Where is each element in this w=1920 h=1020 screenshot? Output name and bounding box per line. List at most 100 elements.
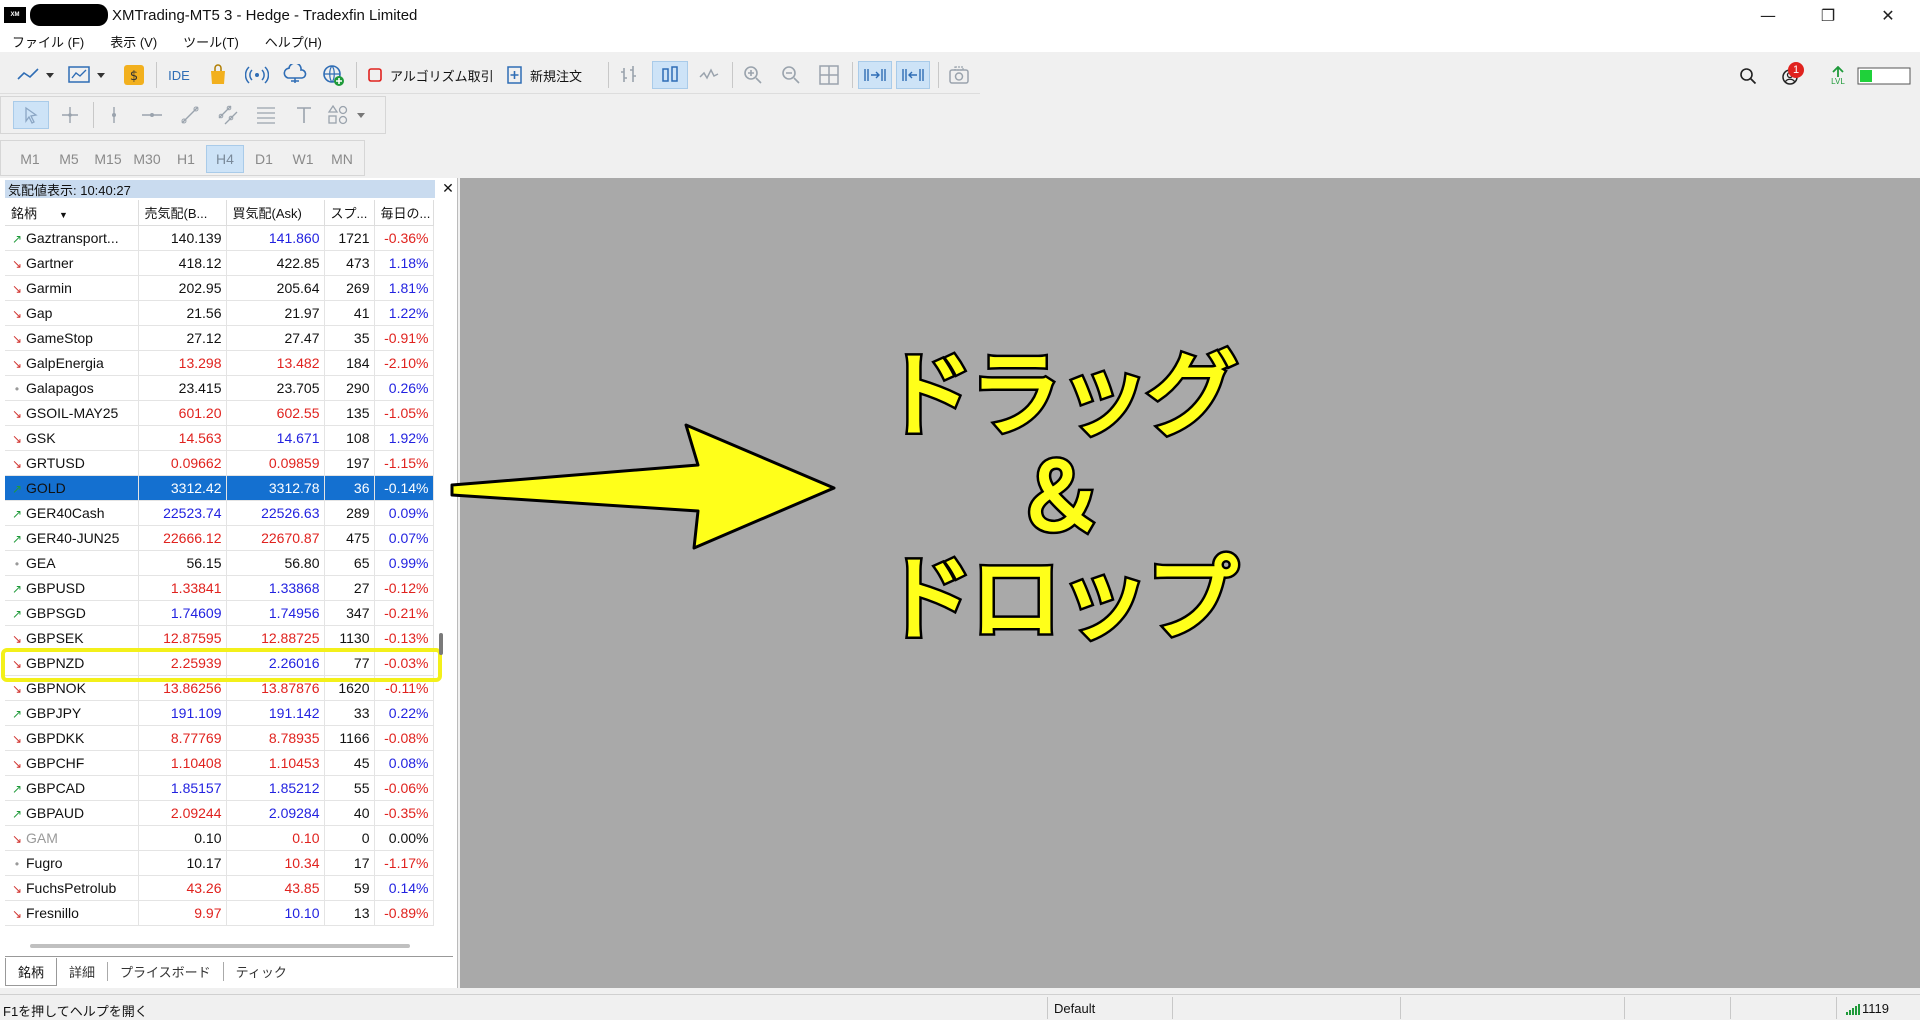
table-row[interactable]: ↘ Gartner 418.12 422.85 473 1.18% (5, 250, 434, 276)
new-order-button[interactable]: 新規注文 (506, 61, 600, 89)
vertical-scrollbar[interactable] (439, 633, 443, 655)
cursor-tool[interactable] (13, 101, 49, 129)
symbol-name: GEA (26, 554, 56, 571)
table-row[interactable]: ↗ GBPSGD 1.74609 1.74956 347 -0.21% (5, 600, 434, 626)
timeframe-h4[interactable]: H4 (206, 145, 244, 173)
timeframe-m1[interactable]: M1 (11, 145, 49, 173)
ask-cell: 10.34 (226, 850, 325, 876)
chart-shift-button[interactable] (896, 61, 930, 89)
column-ask[interactable]: 買気配(Ask) (226, 200, 325, 226)
trend-line-tool[interactable] (175, 101, 205, 129)
search-icon[interactable] (1736, 64, 1760, 88)
vertical-line-icon (112, 107, 116, 123)
column-spread[interactable]: スプ... (324, 200, 375, 226)
symbol-name: GSOIL-MAY25 (26, 404, 119, 421)
timeframe-m15[interactable]: M15 (89, 145, 127, 173)
timeframe-m5[interactable]: M5 (50, 145, 88, 173)
table-row[interactable]: ↘ Fresnillo 9.97 10.10 13 -0.89% (5, 900, 434, 926)
screenshot-button[interactable] (944, 61, 974, 89)
minimize-button[interactable]: — (1740, 0, 1796, 30)
algo-trading-button[interactable]: アルゴリズム取引 (366, 61, 496, 89)
horizontal-line-tool[interactable] (137, 101, 167, 129)
timeframe-m30[interactable]: M30 (128, 145, 166, 173)
table-row[interactable]: ↘ GSK 14.563 14.671 108 1.92% (5, 425, 434, 451)
trade-button[interactable]: $ (122, 61, 146, 89)
bar-chart-button[interactable] (614, 61, 644, 89)
table-row[interactable]: ↗ GBPCAD 1.85157 1.85212 55 -0.06% (5, 775, 434, 801)
symbol-name: Gaztransport... (26, 229, 119, 246)
table-row[interactable]: • Galapagos 23.415 23.705 290 0.26% (5, 375, 434, 401)
column-daily-change[interactable]: 毎日の... (374, 200, 434, 226)
tab-price-board[interactable]: プライスボード (108, 962, 224, 981)
table-row[interactable]: • Fugro 10.17 10.34 17 -1.17% (5, 850, 434, 876)
table-row[interactable]: ↘ GBPSEK 12.87595 12.88725 1130 -0.13% (5, 625, 434, 651)
table-row[interactable]: ↗ GER40Cash 22523.74 22526.63 289 0.09% (5, 500, 434, 526)
fibonacci-tool[interactable] (251, 101, 281, 129)
ide-button[interactable]: IDE (164, 61, 194, 89)
table-row[interactable]: ↘ GBPCHF 1.10408 1.10453 45 0.08% (5, 750, 434, 776)
timeframe-w1[interactable]: W1 (284, 145, 322, 173)
chart-shift-icon (902, 69, 924, 81)
restore-button[interactable]: ❐ (1800, 0, 1856, 30)
table-row[interactable]: ↗ GOLD 3312.42 3312.78 36 -0.14% (5, 475, 434, 501)
table-row[interactable]: ↘ Gap 21.56 21.97 41 1.22% (5, 300, 434, 326)
menu-help[interactable]: ヘルプ(H) (265, 32, 322, 51)
column-bid[interactable]: 売気配(B... (138, 200, 227, 226)
signals-button[interactable] (242, 61, 272, 89)
crosshair-tool[interactable] (55, 101, 85, 129)
autoscroll-button[interactable] (858, 61, 892, 89)
notifications-button[interactable]: 1 (1774, 62, 1808, 88)
table-row[interactable]: ↘ GAM 0.10 0.10 0 0.00% (5, 825, 434, 851)
table-row[interactable]: ↘ Garmin 202.95 205.64 269 1.81% (5, 275, 434, 301)
level-indicator[interactable]: LVL (1826, 64, 1850, 88)
symbol-cell: ↘ GSOIL-MAY25 (5, 400, 139, 426)
vps-button[interactable] (280, 61, 310, 89)
market-watch-close-icon[interactable]: ✕ (440, 180, 456, 198)
menu-tools[interactable]: ツール(T) (183, 32, 239, 51)
table-row[interactable]: ↗ GBPAUD 2.09244 2.09284 40 -0.35% (5, 800, 434, 826)
menu-view[interactable]: 表示 (V) (110, 32, 157, 51)
copy-trading-button[interactable] (318, 61, 348, 89)
horizontal-scrollbar[interactable] (30, 944, 410, 948)
tile-windows-button[interactable] (814, 61, 844, 89)
tab-symbols[interactable]: 銘柄 (5, 957, 58, 986)
table-row[interactable]: ↘ GBPDKK 8.77769 8.78935 1166 -0.08% (5, 725, 434, 751)
zoom-in-button[interactable] (738, 61, 768, 89)
chart-template-button[interactable] (66, 61, 112, 89)
table-row[interactable]: • GEA 56.15 56.80 65 0.99% (5, 550, 434, 576)
chart-type-button[interactable] (14, 61, 58, 89)
table-row[interactable]: ↗ GBPJPY 191.109 191.142 33 0.22% (5, 700, 434, 726)
symbol-name: Fugro (26, 854, 63, 871)
arrow-down-icon: ↘ (11, 756, 23, 771)
symbol-name: GOLD (26, 479, 66, 496)
table-row[interactable]: ↘ GameStop 27.12 27.47 35 -0.91% (5, 325, 434, 351)
timeframe-mn[interactable]: MN (323, 145, 361, 173)
candlestick-button[interactable] (652, 61, 688, 89)
column-symbol[interactable]: 銘柄 ▼ (5, 200, 139, 226)
status-help-text: F1を押してヘルプを開く (3, 1004, 148, 1019)
symbol-cell: ↗ GBPJPY (5, 700, 139, 726)
table-row[interactable]: ↗ GBPUSD 1.33841 1.33868 27 -0.12% (5, 575, 434, 601)
text-tool[interactable] (289, 101, 319, 129)
line-chart-small-icon (699, 68, 719, 80)
table-row[interactable]: ↘ GSOIL-MAY25 601.20 602.55 135 -1.05% (5, 400, 434, 426)
shapes-tool[interactable] (325, 101, 375, 129)
line-chart-button[interactable] (694, 61, 724, 89)
bid-cell: 22523.74 (138, 500, 227, 526)
tab-ticks[interactable]: ティック (224, 962, 299, 981)
timeframe-d1[interactable]: D1 (245, 145, 283, 173)
table-row[interactable]: ↘ GRTUSD 0.09662 0.09859 197 -1.15% (5, 450, 434, 476)
symbol-cell: ↘ GSK (5, 425, 139, 451)
table-row[interactable]: ↘ GalpEnergia 13.298 13.482 184 -2.10% (5, 350, 434, 376)
vertical-line-tool[interactable] (99, 101, 129, 129)
menu-file[interactable]: ファイル (F) (12, 32, 84, 51)
table-row[interactable]: ↘ FuchsPetrolub 43.26 43.85 59 0.14% (5, 875, 434, 901)
table-row[interactable]: ↗ Gaztransport... 140.139 141.860 1721 -0.36% (5, 225, 434, 251)
close-button[interactable]: ✕ (1860, 0, 1916, 30)
table-row[interactable]: ↗ GER40-JUN25 22666.12 22670.87 475 0.07% (5, 525, 434, 551)
tab-details[interactable]: 詳細 (57, 962, 109, 981)
channel-tool[interactable] (213, 101, 243, 129)
timeframe-h1[interactable]: H1 (167, 145, 205, 173)
market-button[interactable] (204, 61, 232, 89)
zoom-out-button[interactable] (776, 61, 806, 89)
